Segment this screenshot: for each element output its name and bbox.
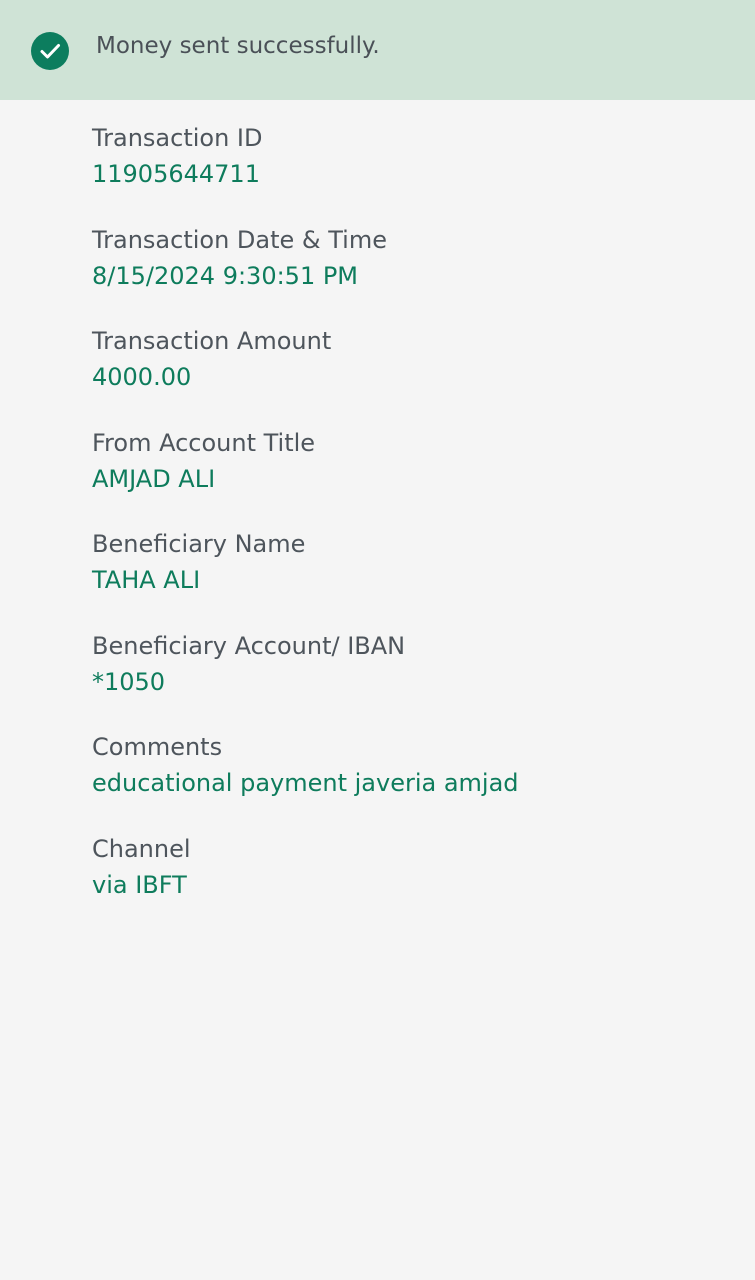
detail-from-account-title: From Account Title AMJAD ALI [92,426,732,528]
check-circle-icon [31,32,69,70]
detail-label: Transaction Date & Time [92,225,387,254]
detail-value: TAHA ALI [92,566,201,594]
detail-label: From Account Title [92,428,316,457]
detail-transaction-id: Transaction ID 11905644711 [92,121,732,223]
detail-value: AMJAD ALI [92,464,216,493]
detail-value: 11905644711 [92,160,260,188]
detail-label: Beneficiary Name [92,530,306,558]
success-banner: Money sent successfully. [0,0,755,100]
detail-label: Comments [92,733,223,761]
success-message: Money sent successfully. [96,33,380,59]
transaction-details: Transaction ID 11905644711 Transaction D… [92,121,732,933]
detail-comments: Comments educational payment javeria amj… [92,730,732,832]
detail-value: via IBFT [92,870,187,899]
detail-label: Transaction ID [92,124,263,152]
detail-transaction-amount: Transaction Amount 4000.00 [92,324,732,426]
detail-label: Transaction Amount [92,327,332,355]
detail-beneficiary-name: Beneficiary Name TAHA ALI [92,527,732,629]
detail-value: 8/15/2024 9:30:51 PM [92,261,359,290]
detail-value: *1050 [92,667,166,696]
detail-beneficiary-account: Beneficiary Account/ IBAN *1050 [92,629,732,731]
detail-label: Channel [92,834,191,863]
detail-value: 4000.00 [92,363,192,391]
detail-transaction-date-time: Transaction Date & Time 8/15/2024 9:30:5… [92,223,732,325]
detail-channel: Channel via IBFT [92,832,732,934]
detail-value: educational payment javeria amjad [92,769,519,797]
detail-label: Beneficiary Account/ IBAN [92,631,406,660]
